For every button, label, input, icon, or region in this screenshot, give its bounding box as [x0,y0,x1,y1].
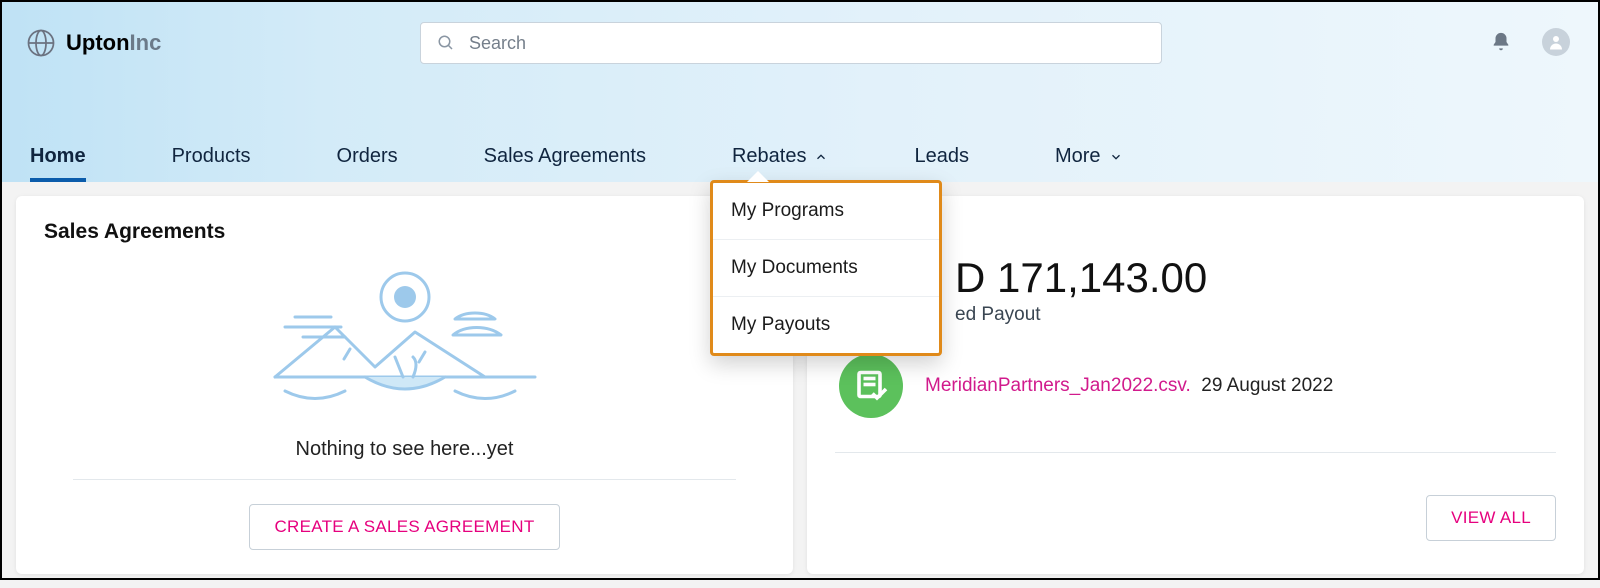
payout-amount: D 171,143.00 [835,254,1556,302]
rebates-dropdown: My Programs My Documents My Payouts [710,180,942,356]
notifications-icon[interactable] [1490,31,1512,53]
file-check-icon [839,354,903,418]
search-box[interactable] [420,22,1162,64]
payout-file-link[interactable]: MeridianPartners_Jan2022.csv. [925,375,1191,396]
main-nav: Home Products Orders Sales Agreements Re… [2,124,1598,182]
search-input[interactable] [469,33,1145,54]
top-actions [1490,28,1570,56]
empty-illustration: Nothing to see here...yet [44,252,765,461]
nav-products[interactable]: Products [172,145,251,182]
payout-file-date: 29 August 2022 [1201,375,1333,396]
user-icon [1547,33,1565,51]
mountain-boat-illustration [255,252,555,432]
globe-icon [26,28,56,58]
nav-leads[interactable]: Leads [914,145,969,182]
payout-file-row: MeridianPartners_Jan2022.csv. 29 August … [835,354,1556,418]
view-all-button[interactable]: VIEW ALL [1426,495,1556,541]
chevron-up-icon [814,150,828,164]
nav-more[interactable]: More [1055,145,1123,182]
brand-name: UptonInc [66,30,161,56]
payout-label: ed Payout [835,304,1556,326]
card-title: Sales Agreements [44,220,765,244]
chevron-down-icon [1109,150,1123,164]
create-sales-agreement-button[interactable]: CREATE A SALES AGREEMENT [249,504,559,550]
brand-logo: UptonInc [26,28,161,58]
dropdown-my-payouts[interactable]: My Payouts [713,297,939,353]
dropdown-my-programs[interactable]: My Programs [713,183,939,240]
search-icon [437,34,455,52]
empty-message: Nothing to see here...yet [296,438,514,461]
nav-sales-agreements[interactable]: Sales Agreements [484,145,646,182]
user-avatar[interactable] [1542,28,1570,56]
nav-home[interactable]: Home [30,145,86,182]
top-bar: UptonInc Home Products Orders Sales Agre… [2,2,1598,182]
sales-agreements-card: Sales Agreements Nothing to see here...y… [16,196,793,574]
dropdown-my-documents[interactable]: My Documents [713,240,939,297]
nav-orders[interactable]: Orders [337,145,398,182]
